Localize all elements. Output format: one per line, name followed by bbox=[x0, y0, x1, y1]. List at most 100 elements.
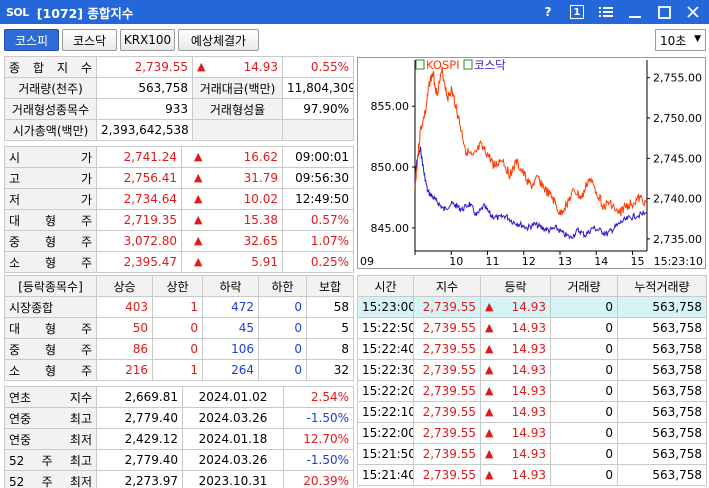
breadth-flat: 8 bbox=[306, 338, 354, 360]
tick-row[interactable]: 15:22:50 2,739.55 ▲ 14.93 0 563,758 bbox=[357, 317, 707, 339]
tick-header: 시간 지수 등락 거래량 누적거래량 bbox=[357, 275, 707, 297]
volume-label: 거래량(천주) bbox=[4, 77, 97, 99]
price-row: 중 형 주 3,072.80 ▲ 32.65 1.07% bbox=[4, 230, 354, 252]
amount-value: 11,804,309 bbox=[282, 77, 354, 99]
high-low-label: 연중 최저 bbox=[4, 428, 97, 450]
high-low-rate: -1.50% bbox=[283, 449, 354, 471]
price-change-value: 31.79 bbox=[243, 171, 278, 185]
breadth-down: 472 bbox=[202, 296, 259, 318]
x-tick-label: 15 bbox=[631, 255, 645, 268]
menu-button[interactable] bbox=[596, 3, 616, 21]
tick-index: 2,739.55 bbox=[413, 422, 481, 444]
breadth-label: 소 형 주 bbox=[4, 359, 97, 381]
breadth-upper: 0 bbox=[152, 317, 203, 339]
title-bar: SOL [1072] 종합지수 ? 1 bbox=[0, 0, 709, 24]
high-low-rate: 2.54% bbox=[283, 386, 354, 408]
tick-change-value: 14.93 bbox=[511, 426, 546, 440]
tick-row[interactable]: 15:21:50 2,739.55 ▲ 14.93 0 563,758 bbox=[357, 443, 707, 465]
price-extra: 09:00:01 bbox=[282, 146, 354, 168]
tick-row[interactable]: 15:23:00 2,739.55 ▲ 14.93 0 563,758 bbox=[357, 296, 707, 318]
maximize-button[interactable] bbox=[654, 3, 674, 21]
breadth-header-cell: 상승 bbox=[96, 275, 153, 297]
high-low-rate: 12.70% bbox=[283, 428, 354, 450]
high-low-value: 2,429.12 bbox=[96, 428, 183, 450]
tick-change-value: 14.93 bbox=[511, 384, 546, 398]
tab-kospi[interactable]: 코스피 bbox=[4, 29, 59, 51]
tick-change: ▲ 14.93 bbox=[480, 401, 551, 423]
price-change-value: 5.91 bbox=[251, 255, 278, 269]
breadth-up: 50 bbox=[96, 317, 153, 339]
breadth-lower: 0 bbox=[258, 338, 307, 360]
interval-select[interactable]: 10초 ▼ bbox=[655, 29, 706, 51]
up-triangle-icon: ▲ bbox=[485, 405, 494, 418]
tick-header-cell: 시간 bbox=[357, 275, 414, 297]
maximize-icon bbox=[657, 5, 671, 19]
high-low-value: 2,779.40 bbox=[96, 449, 183, 471]
formed-count-value: 933 bbox=[96, 98, 193, 120]
toolbar: 코스피 코스닥 KRX100 예상체결가 10초 ▼ bbox=[0, 25, 709, 55]
tick-time: 15:22:40 bbox=[357, 338, 414, 360]
page-number-button[interactable]: 1 bbox=[567, 3, 587, 21]
tick-row[interactable]: 15:21:40 2,739.55 ▲ 14.93 0 563,758 bbox=[357, 464, 707, 486]
tab-kosdaq[interactable]: 코스닥 bbox=[62, 29, 117, 51]
tab-expected-price[interactable]: 예상체결가 bbox=[178, 29, 259, 51]
breadth-lower: 0 bbox=[258, 359, 307, 381]
high-low-rate: -1.50% bbox=[283, 407, 354, 429]
tick-cumulative: 563,758 bbox=[617, 422, 707, 444]
high-low-label: 연초 지수 bbox=[4, 386, 97, 408]
high-low-row: 52 주 최고 2,779.40 2024.03.26 -1.50% bbox=[4, 449, 354, 471]
price-row: 소 형 주 2,395.47 ▲ 5.91 0.25% bbox=[4, 251, 354, 273]
up-triangle-icon: ▲ bbox=[485, 426, 494, 439]
breadth-header-cell: [등락종목수] bbox=[4, 275, 97, 297]
x-tick-label: 10 bbox=[449, 255, 463, 268]
tick-row[interactable]: 15:22:20 2,739.55 ▲ 14.93 0 563,758 bbox=[357, 380, 707, 402]
high-low-value: 2,669.81 bbox=[96, 386, 183, 408]
tick-change-value: 14.93 bbox=[511, 447, 546, 461]
tick-header-cell: 지수 bbox=[413, 275, 481, 297]
app-logo: SOL bbox=[6, 5, 29, 19]
tick-row[interactable]: 15:22:10 2,739.55 ▲ 14.93 0 563,758 bbox=[357, 401, 707, 423]
tick-row[interactable]: 15:22:00 2,739.55 ▲ 14.93 0 563,758 bbox=[357, 422, 707, 444]
x-end-label: 15:23:10 bbox=[654, 255, 703, 268]
price-change: ▲ 32.65 bbox=[181, 230, 283, 252]
tick-volume: 0 bbox=[550, 401, 618, 423]
price-extra: 12:49:50 bbox=[282, 188, 354, 210]
tick-time: 15:21:40 bbox=[357, 464, 414, 486]
index-label: 종 합 지 수 bbox=[4, 56, 97, 78]
tab-krx100[interactable]: KRX100 bbox=[120, 29, 175, 51]
price-change: ▲ 5.91 bbox=[181, 251, 283, 273]
close-button[interactable] bbox=[683, 3, 703, 21]
intraday-chart[interactable]: 855.00 850.00 845.00 2,755.00 2,750.00 2,745.… bbox=[357, 57, 706, 269]
summary-table: 종 합 지 수 2,739.55 ▲ 14.93 0.55% 거래량(천주) 56… bbox=[4, 56, 354, 141]
tick-volume: 0 bbox=[550, 296, 618, 318]
high-low-date: 2023.10.31 bbox=[182, 470, 284, 488]
tick-cumulative: 563,758 bbox=[617, 464, 707, 486]
page-number-icon: 1 bbox=[570, 5, 584, 19]
tick-index: 2,739.55 bbox=[413, 401, 481, 423]
chart-canvas: 855.00 850.00 845.00 2,755.00 2,750.00 2,745.… bbox=[360, 58, 703, 268]
tick-time: 15:22:20 bbox=[357, 380, 414, 402]
price-change-value: 10.02 bbox=[243, 192, 278, 206]
help-button[interactable]: ? bbox=[538, 3, 558, 21]
minimize-button[interactable] bbox=[625, 3, 645, 21]
high-low-table: 연초 지수 2,669.81 2024.01.02 2.54% 연중 최고 2,779.4… bbox=[4, 386, 354, 488]
price-value: 2,741.24 bbox=[96, 146, 182, 168]
tick-row[interactable]: 15:22:30 2,739.55 ▲ 14.93 0 563,758 bbox=[357, 359, 707, 381]
tick-change-value: 14.93 bbox=[511, 405, 546, 419]
formed-count-label: 거래형성종목수 bbox=[4, 98, 97, 120]
tick-change-value: 14.93 bbox=[511, 342, 546, 356]
tick-index: 2,739.55 bbox=[413, 380, 481, 402]
tick-change: ▲ 14.93 bbox=[480, 464, 551, 486]
tick-change: ▲ 14.93 bbox=[480, 296, 551, 318]
up-triangle-icon: ▲ bbox=[485, 363, 494, 376]
up-triangle-icon: ▲ bbox=[485, 300, 494, 313]
tick-index: 2,739.55 bbox=[413, 296, 481, 318]
tick-row[interactable]: 15:22:40 2,739.55 ▲ 14.93 0 563,758 bbox=[357, 338, 707, 360]
breadth-row: 대 형 주 50 0 45 0 5 bbox=[4, 317, 354, 339]
index-change: ▲ 14.93 bbox=[192, 56, 283, 78]
high-low-label: 52 주 최저 bbox=[4, 470, 97, 488]
breadth-down: 264 bbox=[202, 359, 259, 381]
empty-cell bbox=[192, 119, 283, 141]
tick-table: 시간 지수 등락 거래량 누적거래량 15:23:00 2,739.55 ▲ 14.93 0 563… bbox=[357, 275, 707, 486]
right-tick-label: 2,740.00 bbox=[653, 193, 702, 206]
